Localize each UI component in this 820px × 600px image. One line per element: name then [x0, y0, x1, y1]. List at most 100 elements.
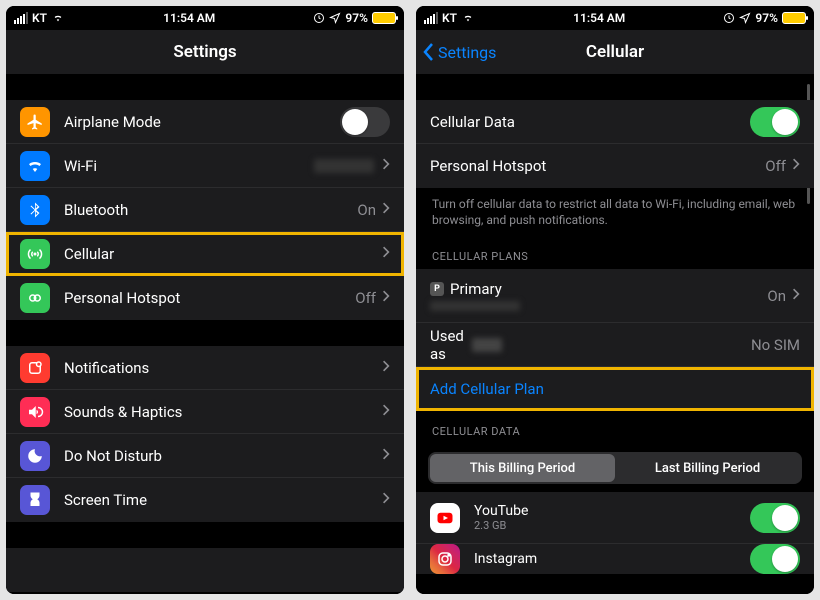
alarm-icon: [723, 12, 735, 24]
primary-number-blurred: [430, 301, 520, 311]
wifi-label: Wi-Fi: [64, 157, 314, 175]
back-button[interactable]: Settings: [422, 42, 496, 62]
bluetooth-value: On: [357, 201, 376, 219]
row-personal-hotspot[interactable]: Personal Hotspot Off: [416, 144, 814, 188]
chevron-right-icon: [382, 359, 390, 377]
notifications-label: Notifications: [64, 359, 382, 377]
airplane-toggle[interactable]: [340, 107, 390, 137]
row-wifi[interactable]: Wi-Fi: [6, 144, 404, 188]
youtube-usage: 2.3 GB: [474, 519, 750, 532]
sounds-icon: [20, 397, 50, 427]
chevron-right-icon: [382, 447, 390, 465]
clock-label: 11:54 AM: [573, 11, 625, 25]
used-as-value: No SIM: [751, 336, 800, 354]
row-do-not-disturb[interactable]: Do Not Disturb: [6, 434, 404, 478]
notifications-icon: [20, 353, 50, 383]
chevron-right-icon: [382, 245, 390, 263]
row-primary-plan[interactable]: P Primary On: [416, 269, 814, 323]
primary-label: Primary: [450, 280, 502, 298]
row-used-as[interactable]: Used as No SIM: [416, 323, 814, 367]
cellular-icon: [20, 239, 50, 269]
billing-period-segmented[interactable]: This Billing Period Last Billing Period: [428, 452, 802, 484]
wifi-icon: [461, 13, 475, 23]
wifi-value-blurred: [314, 159, 374, 173]
battery-percent-label: 97%: [755, 11, 778, 25]
screentime-icon: [20, 485, 50, 515]
nav-bar: Settings: [6, 30, 404, 74]
hotspot-label: Personal Hotspot: [430, 157, 765, 175]
location-icon: [739, 12, 751, 24]
instagram-icon: [430, 544, 460, 574]
chevron-right-icon: [382, 157, 390, 175]
chevron-right-icon: [792, 287, 800, 305]
settings-list[interactable]: Airplane Mode Wi-Fi Bluetooth On Cellula…: [6, 74, 404, 594]
chevron-right-icon: [382, 289, 390, 307]
hotspot-value: Off: [765, 157, 786, 175]
cellular-label: Cellular: [64, 245, 382, 263]
row-app-instagram[interactable]: Instagram: [416, 544, 814, 574]
row-cellular-data[interactable]: Cellular Data: [416, 100, 814, 144]
row-add-cellular-plan[interactable]: Add Cellular Plan: [416, 367, 814, 411]
signal-bars-icon: [14, 12, 28, 24]
hotspot-value: Off: [355, 289, 376, 307]
back-label: Settings: [438, 43, 496, 62]
chevron-right-icon: [382, 491, 390, 509]
battery-icon: [782, 12, 806, 24]
row-notifications[interactable]: Notifications: [6, 346, 404, 390]
row-sounds-haptics[interactable]: Sounds & Haptics: [6, 390, 404, 434]
page-title: Settings: [173, 42, 236, 62]
cellular-data-header: CELLULAR DATA: [416, 411, 814, 444]
cellular-screen: KT 11:54 AM 97% Settings Cellular Cellul…: [416, 6, 814, 594]
cellular-data-label: Cellular Data: [430, 113, 750, 131]
youtube-toggle[interactable]: [750, 503, 800, 533]
hotspot-label: Personal Hotspot: [64, 289, 355, 307]
add-cellular-plan-label: Add Cellular Plan: [430, 380, 800, 398]
sounds-label: Sounds & Haptics: [64, 403, 382, 421]
carrier-label: KT: [32, 11, 47, 25]
youtube-label: YouTube: [474, 503, 750, 519]
primary-value: On: [767, 287, 786, 305]
cellular-data-toggle[interactable]: [750, 107, 800, 137]
primary-badge: P: [430, 282, 444, 296]
chevron-left-icon: [422, 42, 436, 62]
row-airplane-mode[interactable]: Airplane Mode: [6, 100, 404, 144]
status-bar: KT 11:54 AM 97%: [6, 6, 404, 30]
chevron-right-icon: [382, 201, 390, 219]
used-as-blurred: [472, 338, 502, 352]
seg-this-period[interactable]: This Billing Period: [430, 454, 615, 482]
chevron-right-icon: [382, 403, 390, 421]
youtube-icon: [430, 503, 460, 533]
row-cellular[interactable]: Cellular: [6, 232, 404, 276]
row-bluetooth[interactable]: Bluetooth On: [6, 188, 404, 232]
location-icon: [329, 12, 341, 24]
hotspot-icon: [20, 283, 50, 313]
row-truncated: [6, 548, 404, 592]
carrier-label: KT: [442, 11, 457, 25]
bluetooth-label: Bluetooth: [64, 201, 357, 219]
alarm-icon: [313, 12, 325, 24]
row-screen-time[interactable]: Screen Time: [6, 478, 404, 522]
nav-bar: Settings Cellular: [416, 30, 814, 74]
wifi-settings-icon: [20, 151, 50, 181]
dnd-label: Do Not Disturb: [64, 447, 382, 465]
cellular-list[interactable]: Cellular Data Personal Hotspot Off Turn …: [416, 74, 814, 594]
battery-percent-label: 97%: [345, 11, 368, 25]
row-personal-hotspot[interactable]: Personal Hotspot Off: [6, 276, 404, 320]
instagram-toggle[interactable]: [750, 544, 800, 574]
used-as-label: Used as: [430, 327, 464, 363]
bluetooth-icon: [20, 195, 50, 225]
dnd-icon: [20, 441, 50, 471]
cellular-plans-header: CELLULAR PLANS: [416, 236, 814, 269]
clock-label: 11:54 AM: [163, 11, 215, 25]
airplane-icon: [20, 107, 50, 137]
chevron-right-icon: [792, 157, 800, 175]
row-app-youtube[interactable]: YouTube 2.3 GB: [416, 492, 814, 544]
seg-last-period[interactable]: Last Billing Period: [615, 454, 800, 482]
wifi-icon: [51, 13, 65, 23]
airplane-label: Airplane Mode: [64, 113, 340, 131]
instagram-label: Instagram: [474, 551, 750, 567]
status-bar: KT 11:54 AM 97%: [416, 6, 814, 30]
page-title: Cellular: [586, 42, 644, 62]
screentime-label: Screen Time: [64, 491, 382, 509]
settings-screen: KT 11:54 AM 97% Settings Airplane Mode W…: [6, 6, 404, 594]
